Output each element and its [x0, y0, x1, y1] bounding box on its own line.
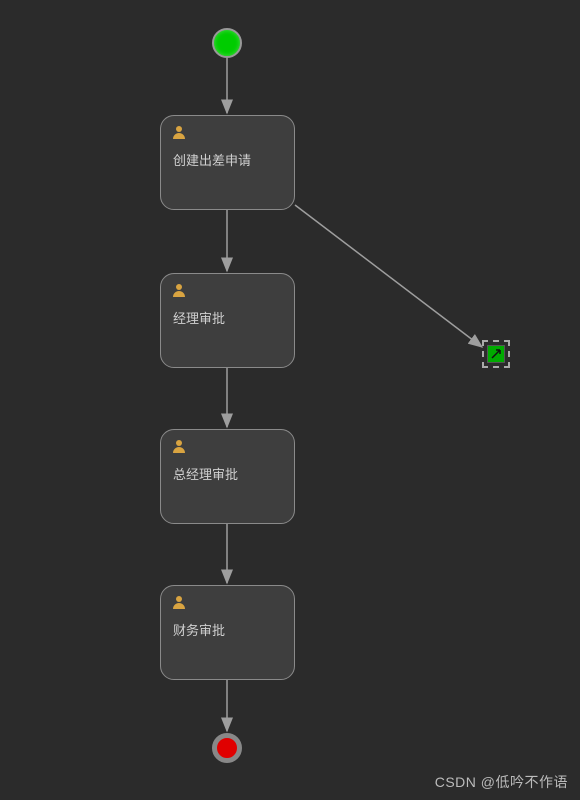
diagram-canvas[interactable]: 创建出差申请 经理审批 总经理审批 财务审批 [0, 0, 580, 800]
task-label: 经理审批 [173, 308, 282, 327]
task-label: 财务审批 [173, 620, 282, 639]
task-finance-approval[interactable]: 财务审批 [160, 585, 295, 680]
user-icon [171, 438, 187, 459]
task-create-application[interactable]: 创建出差申请 [160, 115, 295, 210]
edge-task1-intermediate [295, 205, 482, 347]
task-manager-approval[interactable]: 经理审批 [160, 273, 295, 368]
end-event[interactable] [212, 733, 242, 763]
task-label: 总经理审批 [173, 464, 282, 483]
intermediate-throw-event[interactable] [482, 340, 510, 368]
watermark: CSDN @低吟不作语 [435, 772, 568, 792]
user-icon [171, 282, 187, 303]
signal-icon [487, 345, 505, 363]
task-label: 创建出差申请 [173, 150, 282, 169]
user-icon [171, 594, 187, 615]
task-gm-approval[interactable]: 总经理审批 [160, 429, 295, 524]
user-icon [171, 124, 187, 145]
start-event[interactable] [212, 28, 242, 58]
